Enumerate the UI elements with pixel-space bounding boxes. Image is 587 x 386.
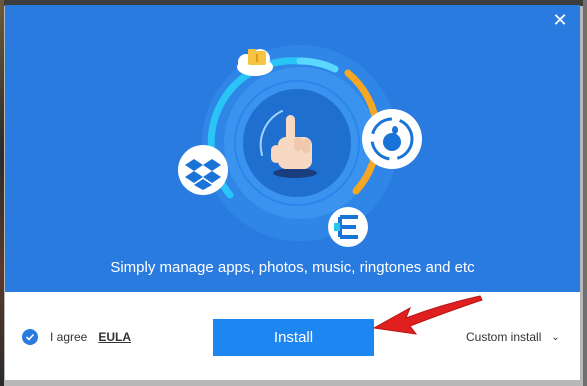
checkmark-icon	[25, 333, 35, 341]
agreement-row: I agree EULA	[22, 329, 131, 345]
chevron-down-icon: ⌄	[551, 331, 560, 343]
install-button[interactable]: Install	[213, 319, 374, 356]
eula-e-icon	[328, 207, 368, 247]
desktop-edge-left	[0, 0, 4, 386]
annotation-arrow-icon	[372, 295, 483, 335]
installer-window: ✕ Simply manage apps, photos, music, rin…	[0, 0, 587, 386]
hero-illustration	[178, 45, 422, 247]
agree-label: I agree	[50, 330, 88, 344]
cloud-folder-icon	[237, 49, 273, 76]
agree-checkbox[interactable]	[22, 329, 38, 345]
close-button[interactable]: ✕	[550, 10, 570, 30]
hero-tagline: Simply manage apps, photos, music, ringt…	[110, 259, 475, 276]
footer-bar: I agree EULA Install Custom install ⌄	[5, 292, 580, 380]
eula-link[interactable]: EULA	[98, 330, 131, 344]
apple-sync-icon	[362, 109, 422, 169]
desktop-edge-right	[583, 0, 587, 386]
hand-shadow	[273, 168, 317, 178]
dropbox-icon	[178, 145, 228, 195]
hero-banner: ✕ Simply manage apps, photos, music, rin…	[5, 5, 580, 292]
